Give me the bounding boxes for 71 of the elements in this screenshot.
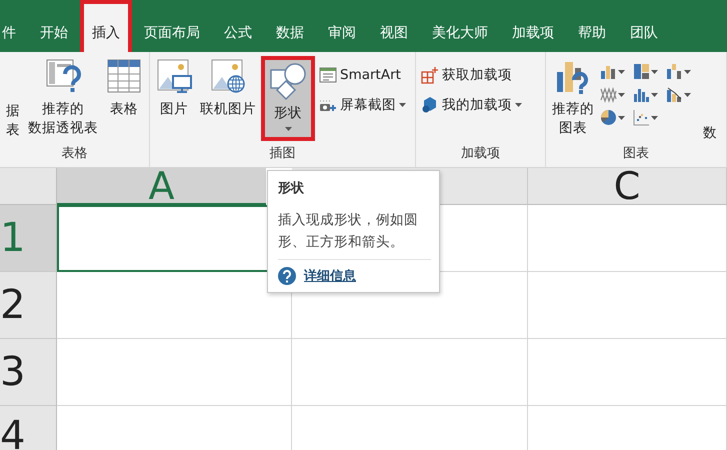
caret-icon (684, 92, 691, 96)
caret-icon (684, 70, 691, 74)
group-label: 图表 (622, 145, 650, 163)
histogram-icon (633, 86, 650, 103)
ribbon-tab[interactable]: 公式 (212, 0, 264, 52)
caret-icon (515, 103, 522, 108)
ribbon-tab[interactable]: 帮助 (566, 0, 618, 52)
caret-icon (651, 70, 658, 74)
column-chart-icon (600, 63, 617, 80)
caret-icon (399, 103, 406, 108)
ribbon-tab[interactable]: 页面布局 (132, 0, 212, 52)
grid-cell[interactable] (528, 339, 727, 406)
ribbon-button[interactable]: 联机图片 (197, 56, 259, 121)
grid-cell[interactable] (528, 205, 727, 272)
ribbon-button[interactable]: 推荐的 数据透视表 (25, 56, 101, 140)
pivot-table-icon (45, 58, 81, 94)
line-chart-icon (600, 86, 617, 103)
more-info-link[interactable]: 详细信息 (304, 266, 356, 286)
grid-cell[interactable] (292, 339, 528, 406)
picture-icon (156, 58, 192, 94)
tooltip-title: 形状 (278, 180, 305, 198)
shapes-icon (268, 62, 308, 102)
caret-icon (651, 92, 658, 96)
ribbon-tab[interactable]: 美化大师 (420, 0, 500, 52)
caret-icon (284, 127, 292, 132)
ribbon-button[interactable]: 屏幕截图 (317, 94, 408, 116)
group-label: 插图 (268, 145, 296, 163)
cube-icon (421, 96, 439, 114)
ribbon-button[interactable]: 表格 (103, 56, 145, 121)
caret-icon (618, 116, 625, 120)
ribbon-button[interactable]: 数 (700, 56, 720, 145)
row-header[interactable]: 2 (0, 272, 57, 339)
treemap-chart-icon (633, 63, 650, 80)
caret-icon (618, 70, 625, 74)
row-header[interactable]: 1 (0, 205, 57, 272)
waterfall-chart-icon (666, 63, 683, 80)
ribbon-button[interactable]: SmartArt (317, 64, 408, 86)
group-label: 加载项 (460, 145, 501, 163)
ribbon-button[interactable]: 推荐的 图表 (549, 56, 597, 140)
column-header[interactable]: A (57, 168, 266, 205)
caret-icon (651, 116, 658, 120)
table-icon (106, 58, 142, 94)
select-all-corner[interactable] (0, 168, 57, 205)
caret-icon (618, 92, 625, 96)
ribbon-tab[interactable]: 件 (0, 0, 28, 52)
ribbon-tab[interactable]: 加载项 (500, 0, 566, 52)
ribbon-button[interactable]: 获取加载项 (419, 64, 524, 86)
pie-chart-icon (600, 109, 617, 126)
ribbon-tab[interactable]: 插入 (80, 0, 132, 52)
help-icon (278, 267, 296, 286)
scatter-chart-icon (633, 109, 650, 126)
ribbon-tab[interactable]: 开始 (28, 0, 80, 52)
ribbon-button[interactable]: 据 表 (3, 56, 23, 142)
ribbon-tab[interactable]: 数据 (264, 0, 316, 52)
row-header[interactable]: 4 (0, 406, 57, 450)
ribbon-button[interactable]: 我的加载项 (419, 94, 524, 116)
group-label: 表格 (60, 145, 88, 163)
smartart-icon (319, 67, 337, 84)
column-header[interactable]: C (528, 168, 727, 205)
combo-chart-icon (666, 86, 683, 103)
grid-plus-icon (421, 66, 439, 84)
grid-cell[interactable] (57, 339, 292, 406)
ribbon-tab[interactable]: 视图 (368, 0, 420, 52)
ribbon-button[interactable]: 形状 (261, 56, 315, 141)
online-picture-icon (210, 58, 246, 94)
tooltip-description: 插入现成形状，例如圆形、正方形和箭头。 (278, 210, 419, 252)
grid-cell[interactable] (528, 272, 727, 339)
ribbon-button[interactable]: 图片 (153, 56, 195, 121)
ribbon-tab[interactable]: 团队 (618, 0, 670, 52)
row-header[interactable]: 3 (0, 339, 57, 406)
ribbon-tab[interactable]: 审阅 (316, 0, 368, 52)
